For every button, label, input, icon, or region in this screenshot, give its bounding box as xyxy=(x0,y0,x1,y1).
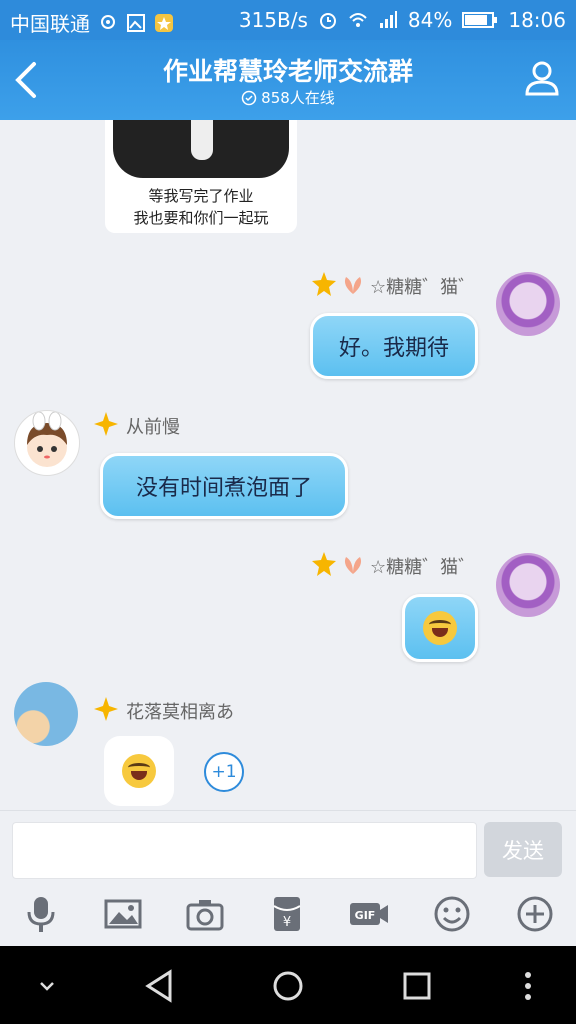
image-icon[interactable] xyxy=(103,894,143,934)
navigation-bar xyxy=(0,946,576,1024)
location-icon xyxy=(101,14,115,29)
app-notification-icon xyxy=(155,13,173,32)
group-members-icon[interactable] xyxy=(522,58,562,98)
chat-messages[interactable]: 等我写完了作业 我也要和你们一起玩 ☆糖糖゛猫゛ 好。我期待 从前慢 没有时间煮… xyxy=(0,120,576,810)
plus-one-button[interactable]: +1 xyxy=(204,752,244,792)
message-text: 没有时间煮泡面了 xyxy=(135,476,312,501)
message-bubble[interactable]: 没有时间煮泡面了 xyxy=(100,453,348,519)
leaf-badge-icon xyxy=(344,277,362,294)
message-bubble[interactable] xyxy=(104,736,174,806)
group-title: 作业帮慧玲老师交流群 xyxy=(162,57,413,86)
sender-name[interactable]: ☆糖糖゛猫゛ xyxy=(370,273,476,299)
camera-icon[interactable] xyxy=(185,894,225,934)
chevron-down-icon[interactable] xyxy=(27,966,67,1006)
online-count: 858人在线 xyxy=(0,87,576,108)
input-bar: 发送 ¥ GIF xyxy=(0,810,576,947)
online-status-icon xyxy=(241,90,257,105)
wifi-icon xyxy=(349,13,367,27)
recents-nav-icon[interactable] xyxy=(397,966,437,1006)
message-bubble[interactable] xyxy=(402,594,478,662)
home-nav-icon[interactable] xyxy=(268,966,308,1006)
laughing-emoji-icon xyxy=(122,754,156,788)
star-badge-icon xyxy=(312,272,336,296)
alarm-icon xyxy=(319,13,336,29)
chat-header: 作业帮慧玲老师交流群 858人在线 xyxy=(0,40,576,120)
sparkle-badge-icon xyxy=(94,412,118,436)
gif-icon[interactable]: GIF xyxy=(349,894,389,934)
online-count-label: 858人在线 xyxy=(261,89,335,107)
message-text: 好。我期待 xyxy=(338,336,449,361)
leaf-badge-icon xyxy=(344,557,362,574)
message-bubble[interactable]: 好。我期待 xyxy=(310,313,478,379)
svg-text:¥: ¥ xyxy=(283,915,291,930)
status-bar: 中国联通 315B/s 84% 18:06 xyxy=(0,0,576,40)
sticker-caption-line2: 我也要和你们一起玩 xyxy=(133,209,269,227)
message-input[interactable] xyxy=(12,822,477,879)
avatar[interactable] xyxy=(14,410,80,476)
star-badge-icon xyxy=(312,552,336,576)
sticker-caption-line1: 等我写完了作业 xyxy=(148,187,254,205)
back-nav-icon[interactable] xyxy=(140,966,180,1006)
clock: 18:06 xyxy=(508,8,566,32)
sparkle-badge-icon xyxy=(94,697,118,721)
girl-avatar-icon xyxy=(27,411,67,467)
avatar[interactable] xyxy=(14,682,78,746)
sticker-face xyxy=(113,120,289,178)
laughing-emoji-icon xyxy=(423,611,457,645)
emoji-icon[interactable] xyxy=(432,894,472,934)
svg-text:GIF: GIF xyxy=(355,909,376,922)
more-options-icon[interactable] xyxy=(508,966,548,1006)
battery-icon xyxy=(462,12,498,28)
plus-icon[interactable] xyxy=(515,894,555,934)
carrier-label: 中国联通 xyxy=(10,12,90,36)
network-speed: 315B/s xyxy=(238,8,308,32)
sender-name[interactable]: ☆糖糖゛猫゛ xyxy=(370,553,476,579)
sender-name[interactable]: 花落莫相离あ xyxy=(126,698,234,724)
avatar[interactable] xyxy=(496,272,560,336)
microphone-icon[interactable] xyxy=(21,894,61,934)
battery-percent: 84% xyxy=(407,8,453,32)
avatar[interactable] xyxy=(496,553,560,617)
sticker-image[interactable]: 等我写完了作业 我也要和你们一起玩 xyxy=(105,120,297,233)
send-button[interactable]: 发送 xyxy=(484,822,562,877)
red-packet-icon[interactable]: ¥ xyxy=(267,894,307,934)
gallery-notification-icon xyxy=(127,13,145,32)
sender-name[interactable]: 从前慢 xyxy=(126,413,180,439)
signal-icon xyxy=(379,11,397,28)
